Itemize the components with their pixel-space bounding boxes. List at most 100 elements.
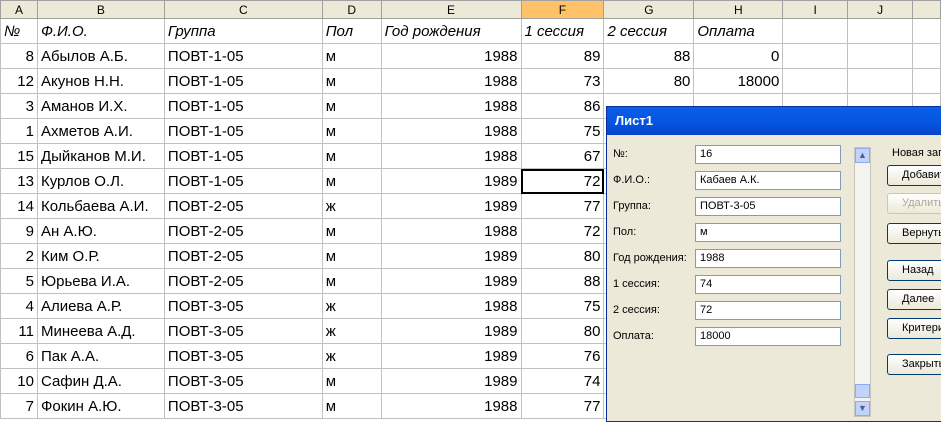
restore-button[interactable]: Вернуть (887, 223, 941, 244)
cell[interactable]: 7 (0, 393, 38, 419)
header-cell[interactable]: Ф.И.О. (36, 18, 165, 44)
cell[interactable]: 1989 (380, 193, 522, 219)
prev-button[interactable]: Назад (887, 260, 941, 281)
col-header-a[interactable]: A (0, 0, 38, 19)
cell[interactable] (782, 18, 849, 44)
cell[interactable]: м (321, 243, 382, 269)
cell[interactable] (847, 43, 913, 69)
cell[interactable]: 1988 (380, 118, 522, 144)
cell[interactable]: ПОВТ-3-05 (163, 343, 323, 369)
cell[interactable]: 80 (520, 318, 605, 344)
cell[interactable]: 3 (0, 93, 38, 119)
cell[interactable]: 1988 (380, 393, 522, 419)
cell[interactable]: Алиева А.Р. (36, 293, 165, 319)
cell[interactable]: ж (321, 343, 382, 369)
cell[interactable]: ж (321, 318, 382, 344)
cell[interactable]: 75 (520, 118, 605, 144)
cell[interactable]: 89 (520, 43, 605, 69)
cell[interactable]: 74 (520, 368, 605, 394)
cell[interactable]: 1989 (380, 243, 522, 269)
cell[interactable]: 1989 (380, 168, 522, 194)
cell[interactable]: 72 (520, 218, 605, 244)
cell[interactable]: ПОВТ-1-05 (163, 118, 323, 144)
criteria-button[interactable]: Критерии (887, 318, 941, 339)
cell[interactable]: ПОВТ-1-05 (163, 93, 323, 119)
cell[interactable]: м (321, 268, 382, 294)
field-input[interactable]: ПОВТ-3-05 (695, 197, 841, 216)
cell[interactable]: м (321, 118, 382, 144)
cell[interactable]: м (321, 168, 382, 194)
col-header-i[interactable]: I (782, 0, 849, 19)
col-header-e[interactable]: E (380, 0, 522, 19)
cell[interactable]: Кольбаева А.И. (36, 193, 165, 219)
field-input[interactable]: Кабаев А.К. (695, 171, 841, 190)
cell[interactable]: Пак А.А. (36, 343, 165, 369)
cell[interactable]: 9 (0, 218, 38, 244)
cell[interactable]: 11 (0, 318, 38, 344)
cell[interactable]: м (321, 218, 382, 244)
dialog-title[interactable]: Лист1 (607, 107, 941, 135)
cell[interactable]: Дыйканов М.И. (36, 143, 165, 169)
cell[interactable]: ПОВТ-3-05 (163, 368, 323, 394)
cell[interactable]: м (321, 368, 382, 394)
cell[interactable]: Курлов О.Л. (36, 168, 165, 194)
cell[interactable]: 14 (0, 193, 38, 219)
cell[interactable]: 80 (603, 68, 695, 94)
cell[interactable] (782, 68, 849, 94)
scroll-thumb[interactable] (855, 384, 870, 398)
cell[interactable]: Фокин А.Ю. (36, 393, 165, 419)
col-header-d[interactable]: D (321, 0, 382, 19)
cell[interactable] (847, 68, 913, 94)
cell[interactable]: Ахметов А.И. (36, 118, 165, 144)
cell[interactable]: м (321, 393, 382, 419)
cell[interactable]: м (321, 68, 382, 94)
field-input[interactable]: 16 (695, 145, 841, 164)
cell[interactable]: 88 (520, 268, 605, 294)
cell[interactable]: 86 (520, 93, 605, 119)
cell[interactable]: 1989 (380, 318, 522, 344)
cell[interactable]: 8 (0, 43, 38, 69)
header-cell[interactable]: 1 сессия (520, 18, 605, 44)
cell[interactable] (911, 43, 941, 69)
cell[interactable]: 1988 (380, 218, 522, 244)
col-header-f[interactable]: F (520, 0, 605, 19)
header-cell[interactable]: Группа (163, 18, 323, 44)
cell[interactable]: 77 (520, 393, 605, 419)
cell[interactable]: 72 (520, 168, 605, 194)
header-cell[interactable]: Пол (321, 18, 382, 44)
cell[interactable]: 5 (0, 268, 38, 294)
cell[interactable]: 0 (693, 43, 784, 69)
cell[interactable]: 1988 (380, 43, 522, 69)
cell[interactable]: 88 (603, 43, 695, 69)
cell[interactable] (847, 18, 913, 44)
cell[interactable]: 1989 (380, 268, 522, 294)
cell[interactable]: ПОВТ-1-05 (163, 43, 323, 69)
cell[interactable]: 67 (520, 143, 605, 169)
delete-button[interactable]: Удалить (887, 193, 941, 214)
record-scrollbar[interactable]: ▲ ▼ (854, 147, 871, 417)
cell[interactable]: ж (321, 293, 382, 319)
cell[interactable]: Акунов Н.Н. (36, 68, 165, 94)
field-input[interactable]: 1988 (695, 249, 841, 268)
header-cell[interactable]: Оплата (693, 18, 784, 44)
cell[interactable]: ж (321, 193, 382, 219)
arrow-down-icon[interactable]: ▼ (855, 401, 870, 416)
field-input[interactable]: 72 (695, 301, 841, 320)
add-button[interactable]: Добавить (887, 165, 941, 186)
cell[interactable]: 1988 (380, 93, 522, 119)
close-button[interactable]: Закрыть (887, 354, 941, 375)
cell[interactable]: 77 (520, 193, 605, 219)
cell[interactable]: Минеева А.Д. (36, 318, 165, 344)
header-cell[interactable]: Год рождения (380, 18, 522, 44)
col-header-k[interactable] (911, 0, 941, 19)
cell[interactable]: 1988 (380, 68, 522, 94)
col-header-g[interactable]: G (603, 0, 695, 19)
cell[interactable]: 13 (0, 168, 38, 194)
cell[interactable]: 1989 (380, 368, 522, 394)
field-input[interactable]: 18000 (695, 327, 841, 346)
cell[interactable]: Аманов И.Х. (36, 93, 165, 119)
cell[interactable]: 75 (520, 293, 605, 319)
cell[interactable]: ПОВТ-1-05 (163, 68, 323, 94)
cell[interactable]: 12 (0, 68, 38, 94)
cell[interactable]: Абылов А.Б. (36, 43, 165, 69)
